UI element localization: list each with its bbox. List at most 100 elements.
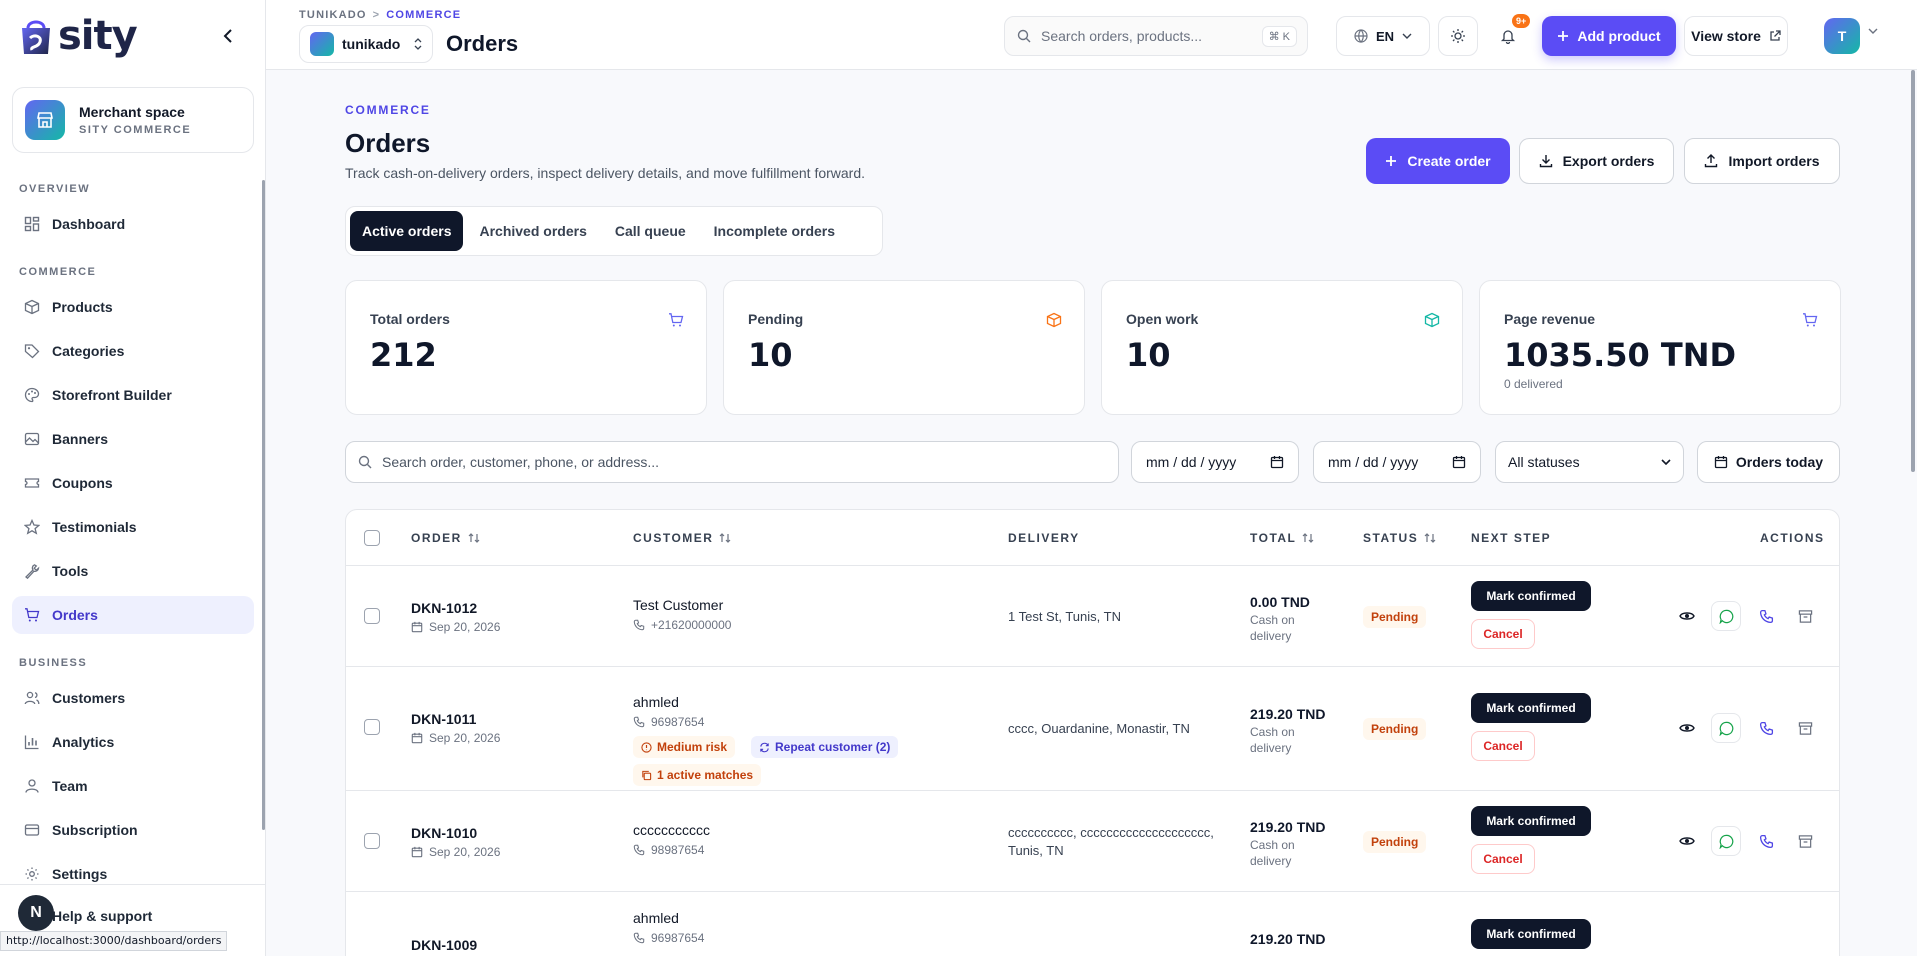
language-switcher[interactable]: EN [1336,16,1430,56]
order-total: 219.20 TND [1250,706,1326,722]
whatsapp-button[interactable] [1711,601,1741,631]
nav-item-analytics[interactable]: Analytics [12,723,254,761]
help-support-link[interactable]: Help & support [52,908,152,924]
select-all-checkbox[interactable] [364,530,380,546]
order-id[interactable]: DKN-1011 [411,711,476,727]
row-checkbox[interactable] [364,833,380,849]
nav-item-testimonials[interactable]: Testimonials [12,508,254,546]
store-switcher[interactable]: tunikado [299,25,433,63]
nav-item-coupons[interactable]: Coupons [12,464,254,502]
table-row[interactable]: DKN-1009 ahmled 96987654 219.20 TND Mark… [346,892,1839,956]
breadcrumb-root[interactable]: TUNIKADO [299,9,367,21]
view-order-button[interactable] [1672,713,1702,743]
archive-order-button[interactable] [1790,601,1820,631]
image-icon [24,432,40,446]
cancel-order-button[interactable]: Cancel [1471,619,1535,649]
phone-icon [1759,609,1773,623]
cancel-order-button[interactable]: Cancel [1471,844,1535,874]
tab-call-queue[interactable]: Call queue [603,211,698,251]
call-customer-button[interactable] [1751,826,1781,856]
date-from-value: mm / dd / yyyy [1146,454,1237,470]
view-store-button[interactable]: View store [1684,16,1788,56]
order-id[interactable]: DKN-1012 [411,600,477,616]
merchant-space-card[interactable]: Merchant space SITY COMMERCE [12,87,254,153]
nav-item-storefront-builder[interactable]: Storefront Builder [12,376,254,414]
tab-archived-orders[interactable]: Archived orders [467,211,598,251]
tab-incomplete-orders[interactable]: Incomplete orders [702,211,847,251]
payment-method: Cash on delivery [1250,613,1295,643]
mark-confirmed-button[interactable]: Mark confirmed [1471,919,1591,949]
column-header-order[interactable]: ORDER [411,531,480,545]
add-product-button[interactable]: Add product [1542,16,1676,56]
chevron-down-icon[interactable] [1868,28,1878,34]
mark-confirmed-button[interactable]: Mark confirmed [1471,806,1591,836]
nav-item-tools[interactable]: Tools [12,552,254,590]
nav-item-customers[interactable]: Customers [12,679,254,717]
view-order-button[interactable] [1672,601,1702,631]
global-search-input[interactable] [1041,28,1261,44]
archive-order-button[interactable] [1790,826,1820,856]
view-order-button[interactable] [1672,826,1702,856]
nav-item-categories[interactable]: Categories [12,332,254,370]
column-header-total[interactable]: TOTAL [1250,531,1314,545]
breadcrumb-current[interactable]: COMMERCE [386,9,461,21]
customer-name[interactable]: Test Customer [633,597,723,613]
tab-active-orders[interactable]: Active orders [350,211,464,251]
whatsapp-button[interactable] [1711,713,1741,743]
orders-today-button[interactable]: Orders today [1697,441,1840,483]
nav-item-team[interactable]: Team [12,767,254,805]
status-filter-select[interactable]: All statuses [1495,441,1684,483]
sidebar-scrollbar[interactable] [262,180,265,830]
whatsapp-button[interactable] [1711,826,1741,856]
user-avatar[interactable]: T [1824,18,1860,54]
ticket-icon [24,478,40,488]
nav-item-products[interactable]: Products [12,288,254,326]
import-orders-button[interactable]: Import orders [1684,138,1840,184]
call-customer-button[interactable] [1751,713,1781,743]
row-checkbox[interactable] [364,719,380,735]
order-id[interactable]: DKN-1009 [411,937,477,953]
customer-name[interactable]: ccccccccccc [633,822,710,838]
date-from-field[interactable]: mm / dd / yyyy [1131,441,1299,483]
bell-icon [1500,30,1516,44]
mark-confirmed-button[interactable]: Mark confirmed [1471,693,1591,723]
cancel-order-button[interactable]: Cancel [1471,731,1535,761]
nav-item-dashboard[interactable]: Dashboard [12,205,254,243]
order-id[interactable]: DKN-1010 [411,825,477,841]
nav-item-subscription[interactable]: Subscription [12,811,254,849]
customer-phone-text: 96987654 [651,931,705,945]
collapse-sidebar-button[interactable] [218,24,238,48]
table-row[interactable]: DKN-1012 Sep 20, 2026 Test Customer +216… [346,566,1839,667]
theme-toggle-button[interactable] [1438,16,1478,56]
mark-confirmed-button[interactable]: Mark confirmed [1471,581,1591,611]
stat-card-open-work: Open work 10 [1101,280,1463,415]
column-header-actions: ACTIONS [1760,531,1825,545]
orders-search-input[interactable] [382,454,1082,470]
nav-label: Settings [52,866,108,882]
customer-name[interactable]: ahmled [633,910,679,926]
table-row[interactable]: DKN-1011 Sep 20, 2026 ahmled 96987654 Me… [346,667,1839,791]
dev-tools-badge[interactable]: N [18,895,54,931]
nav-item-banners[interactable]: Banners [12,420,254,458]
column-header-delivery: DELIVERY [1008,531,1080,545]
global-search[interactable]: ⌘ K [1004,16,1308,56]
row-checkbox[interactable] [364,608,380,624]
create-order-button[interactable]: Create order [1366,138,1510,184]
column-header-status[interactable]: STATUS [1363,531,1436,545]
archive-order-button[interactable] [1790,713,1820,743]
nav-item-orders[interactable]: Orders [12,596,254,634]
table-row[interactable]: DKN-1010 Sep 20, 2026 ccccccccccc 989876… [346,791,1839,892]
nav-item-settings[interactable]: Settings [12,855,254,893]
column-header-customer[interactable]: CUSTOMER [633,531,731,545]
phone-icon [1759,834,1773,848]
date-to-field[interactable]: mm / dd / yyyy [1313,441,1481,483]
customer-name[interactable]: ahmled [633,694,679,710]
call-customer-button[interactable] [1751,601,1781,631]
brand-logo[interactable]: sity [18,12,138,60]
export-orders-button[interactable]: Export orders [1519,138,1674,184]
sidebar-divider [0,884,266,885]
column-label: CUSTOMER [633,531,714,545]
status-badge: Pending [1363,606,1427,628]
page-scrollbar[interactable] [1911,70,1915,472]
orders-search[interactable] [345,441,1119,483]
